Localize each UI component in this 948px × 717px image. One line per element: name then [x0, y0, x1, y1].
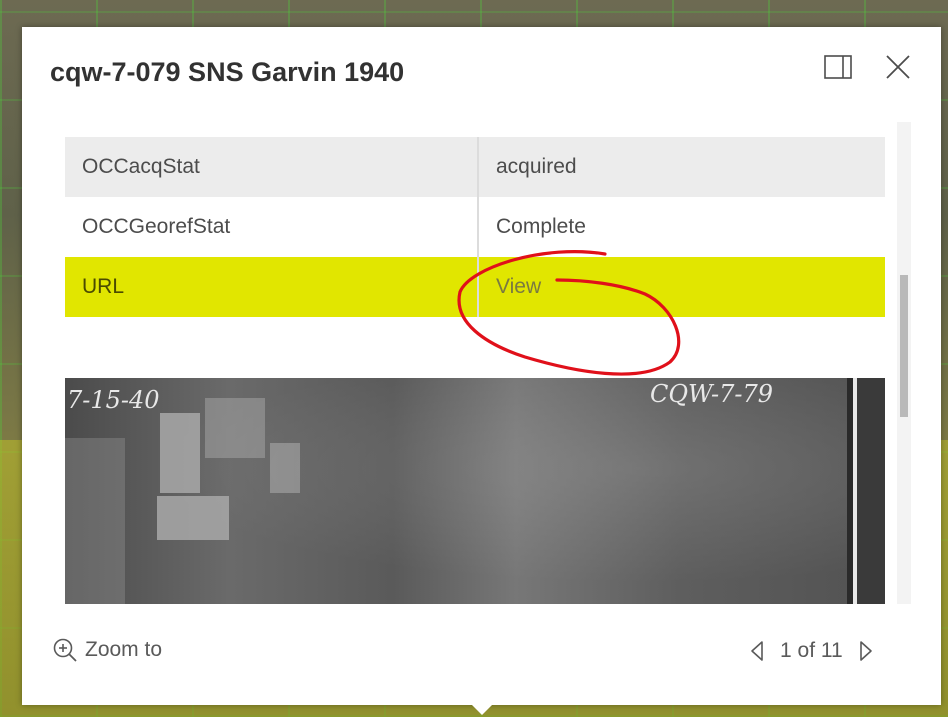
attribute-table: OCCacqStat acquired OCCGeorefStat Comple… — [65, 137, 885, 317]
zoom-to-label: Zoom to — [85, 638, 163, 661]
url-view-link[interactable]: View — [496, 275, 541, 298]
scrollbar-thumb[interactable] — [900, 275, 908, 417]
aerial-photo[interactable]: 7-15-40 CQW-7-79 — [65, 378, 885, 604]
photo-field — [160, 413, 200, 493]
popup-content[interactable]: OCCacqStat acquired OCCGeorefStat Comple… — [65, 122, 885, 604]
previous-feature-button[interactable] — [746, 637, 768, 665]
photo-field — [65, 438, 125, 604]
attribute-key: OCCacqStat — [65, 137, 479, 197]
close-icon — [886, 55, 910, 79]
attribute-row-url: URL View — [65, 257, 885, 317]
photo-field — [205, 398, 265, 458]
photo-date-label: 7-15-40 — [67, 386, 160, 414]
next-feature-button[interactable] — [855, 637, 877, 665]
popup-footer: Zoom to 1 of 11 — [22, 622, 941, 682]
attribute-row: OCCGeorefStat Complete — [65, 197, 885, 257]
photo-field — [270, 443, 300, 493]
feature-popup: cqw-7-079 SNS Garvin 1940 OCCacqStat acq… — [22, 27, 941, 705]
popup-title: cqw-7-079 SNS Garvin 1940 — [50, 57, 405, 87]
zoom-in-icon — [53, 638, 77, 662]
photo-id-label: CQW-7-79 — [650, 380, 773, 408]
popup-pointer — [470, 703, 494, 715]
attribute-key: OCCGeorefStat — [65, 197, 479, 257]
popup-scrollbar[interactable] — [897, 122, 911, 604]
dock-icon — [824, 55, 852, 79]
photo-film-edge — [847, 378, 885, 604]
zoom-to-button[interactable]: Zoom to — [52, 637, 162, 663]
dock-button[interactable] — [823, 52, 853, 82]
attribute-key: URL — [65, 257, 479, 317]
triangle-right-icon — [859, 641, 872, 661]
close-button[interactable] — [883, 52, 913, 82]
feature-pager: 1 of 11 — [746, 637, 877, 665]
attribute-row: OCCacqStat acquired — [65, 137, 885, 197]
triangle-left-icon — [751, 641, 763, 661]
pager-text: 1 of 11 — [780, 639, 843, 662]
attribute-value: acquired — [496, 155, 577, 178]
photo-field — [157, 496, 229, 540]
attribute-value: Complete — [496, 215, 586, 238]
